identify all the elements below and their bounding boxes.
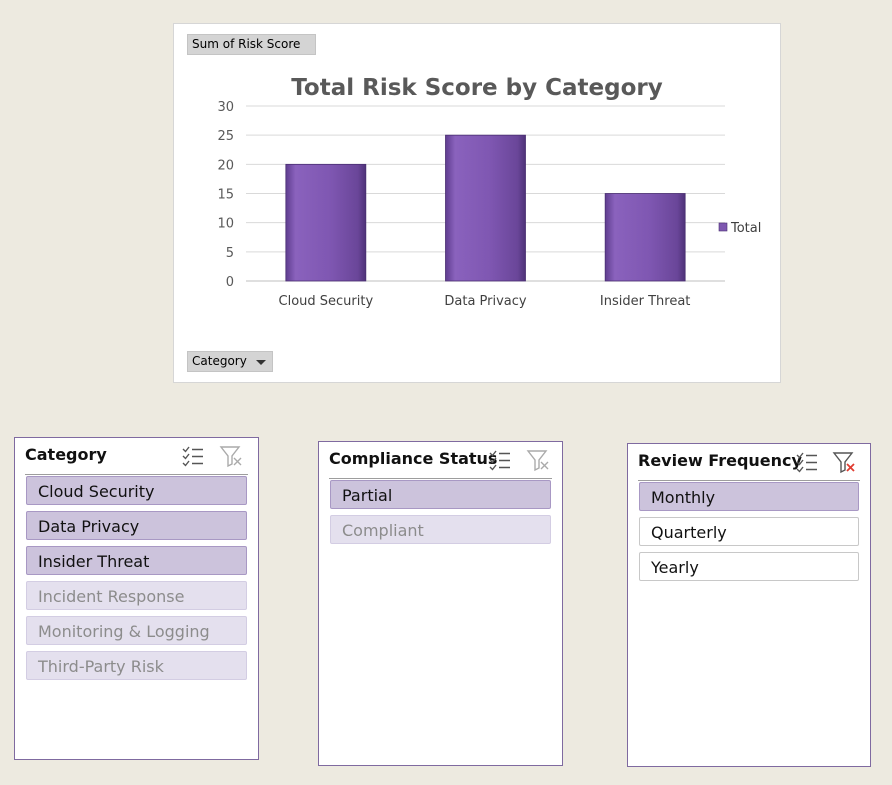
slicer-item[interactable]: Incident Response bbox=[26, 581, 247, 610]
y-tick-label: 5 bbox=[226, 246, 234, 261]
slicer-item[interactable]: Monitoring & Logging bbox=[26, 616, 247, 645]
dropdown-arrow-icon[interactable] bbox=[256, 360, 266, 365]
multi-select-icon[interactable] bbox=[488, 448, 512, 472]
slicer-title: Review Frequency bbox=[638, 451, 802, 470]
pivot-chart[interactable]: Sum of Risk Score Total Risk Score by Ca… bbox=[173, 23, 781, 383]
y-tick-label: 15 bbox=[217, 188, 234, 203]
slicer-item[interactable]: Cloud Security bbox=[26, 476, 247, 505]
slicer-items: Cloud Security Data Privacy Insider Threat… bbox=[26, 476, 247, 686]
y-tick-label: 0 bbox=[226, 275, 234, 290]
multi-select-icon[interactable] bbox=[795, 450, 819, 474]
y-tick-label: 25 bbox=[217, 129, 234, 144]
slicer-items: Partial Compliant bbox=[330, 480, 551, 550]
compliance-status-slicer[interactable]: Compliance Status Partial Compliant bbox=[318, 441, 563, 766]
multi-select-icon[interactable] bbox=[181, 444, 205, 468]
y-tick-label: 30 bbox=[217, 100, 234, 115]
bar bbox=[604, 193, 686, 282]
y-tick-label: 10 bbox=[217, 217, 234, 232]
slicer-item[interactable]: Partial bbox=[330, 480, 551, 509]
bar bbox=[285, 163, 367, 282]
chart-title: Total Risk Score by Category bbox=[291, 75, 662, 101]
clear-filter-icon[interactable] bbox=[219, 444, 243, 468]
slicer-item[interactable]: Monthly bbox=[639, 482, 859, 511]
legend-swatch bbox=[718, 222, 728, 232]
clear-filter-icon[interactable] bbox=[832, 450, 856, 474]
bar bbox=[445, 134, 526, 282]
axis-field-label: Category bbox=[192, 354, 247, 368]
review-frequency-slicer[interactable]: Review Frequency Monthly Quarterly Yearly bbox=[627, 443, 871, 767]
slicer-header: Category bbox=[25, 438, 248, 475]
slicer-title: Compliance Status bbox=[329, 449, 498, 468]
slicer-header: Review Frequency bbox=[638, 444, 860, 481]
slicer-item[interactable]: Insider Threat bbox=[26, 546, 247, 575]
slicer-title: Category bbox=[25, 445, 107, 464]
axis-field-button[interactable]: Category bbox=[187, 351, 273, 372]
x-tick-label: Data Privacy bbox=[444, 294, 527, 309]
legend-label: Total bbox=[730, 221, 761, 236]
slicer-item[interactable]: Yearly bbox=[639, 552, 859, 581]
slicer-item[interactable]: Data Privacy bbox=[26, 511, 247, 540]
y-tick-label: 20 bbox=[217, 158, 234, 173]
slicer-items: Monthly Quarterly Yearly bbox=[639, 482, 859, 587]
x-tick-label: Cloud Security bbox=[279, 294, 374, 309]
clear-filter-icon[interactable] bbox=[526, 448, 550, 472]
slicer-header: Compliance Status bbox=[329, 442, 552, 479]
slicer-item[interactable]: Third-Party Risk bbox=[26, 651, 247, 680]
slicer-item[interactable]: Quarterly bbox=[639, 517, 859, 546]
category-slicer[interactable]: Category Cloud Security Data Privacy Insid… bbox=[14, 437, 259, 760]
x-tick-label: Insider Threat bbox=[600, 294, 691, 309]
slicer-item[interactable]: Compliant bbox=[330, 515, 551, 544]
bar-chart-plot: Total Risk Score by Category 0 5 10 15 20 25 30… bbox=[217, 75, 761, 309]
